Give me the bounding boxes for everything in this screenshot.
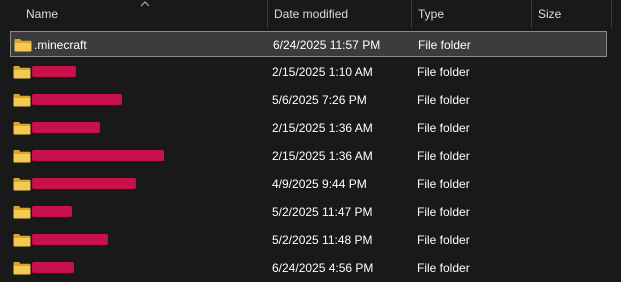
date-modified-cell: 6/24/2025 4:56 PM (272, 261, 374, 275)
folder-row[interactable]: 5/2/2025 11:48 PM File folder (10, 227, 607, 253)
folder-icon (13, 262, 31, 275)
folder-row[interactable]: .minecraft 6/24/2025 11:57 PM File folder (10, 31, 607, 57)
type-cell: File folder (417, 233, 470, 247)
redaction-mark (32, 178, 136, 189)
folder-icon (13, 66, 31, 79)
folder-row[interactable]: 6/24/2025 4:56 PM File folder (10, 255, 607, 281)
folder-row[interactable]: 5/2/2025 11:47 PM File folder (10, 199, 607, 225)
folder-icon (13, 206, 31, 219)
column-divider[interactable] (611, 0, 612, 28)
column-header-bar: Name Date modified Type Size (0, 0, 621, 28)
folder-icon (13, 178, 31, 191)
date-modified-cell: 6/24/2025 11:57 PM (273, 38, 381, 52)
type-cell: File folder (417, 65, 470, 79)
folder-row[interactable]: 2/15/2025 1:36 AM File folder (10, 115, 607, 141)
column-header-date-modified[interactable]: Date modified (268, 0, 410, 28)
folder-icon (14, 39, 32, 52)
type-cell: File folder (417, 93, 470, 107)
folder-icon (13, 122, 31, 135)
redaction-mark (32, 94, 122, 105)
date-modified-cell: 5/6/2025 7:26 PM (272, 93, 367, 107)
redaction-mark (32, 122, 100, 133)
type-cell: File folder (418, 38, 471, 52)
folder-icon (13, 234, 31, 247)
column-header-type[interactable]: Type (412, 0, 530, 28)
date-modified-cell: 2/15/2025 1:10 AM (272, 65, 373, 79)
type-cell: File folder (417, 177, 470, 191)
redaction-mark (32, 66, 76, 77)
column-header-size[interactable]: Size (532, 0, 611, 28)
folder-row[interactable]: 4/9/2025 9:44 PM File folder (10, 171, 607, 197)
redaction-mark (32, 262, 74, 273)
folder-row[interactable]: 2/15/2025 1:10 AM File folder (10, 59, 607, 85)
date-modified-cell: 2/15/2025 1:36 AM (272, 121, 373, 135)
folder-icon (13, 94, 31, 107)
type-cell: File folder (417, 261, 470, 275)
date-modified-cell: 5/2/2025 11:48 PM (272, 233, 373, 247)
type-cell: File folder (417, 149, 470, 163)
redaction-mark (32, 206, 72, 217)
type-cell: File folder (417, 121, 470, 135)
date-modified-cell: 2/15/2025 1:36 AM (272, 149, 373, 163)
redaction-mark (32, 150, 164, 161)
folder-row[interactable]: 2/15/2025 1:36 AM File folder (10, 143, 607, 169)
date-modified-cell: 5/2/2025 11:47 PM (272, 205, 373, 219)
redaction-mark (32, 234, 108, 245)
folder-name: .minecraft (34, 38, 87, 52)
folder-icon (13, 150, 31, 163)
type-cell: File folder (417, 205, 470, 219)
folder-row[interactable]: 5/6/2025 7:26 PM File folder (10, 87, 607, 113)
date-modified-cell: 4/9/2025 9:44 PM (272, 177, 367, 191)
column-header-name[interactable]: Name (20, 0, 267, 28)
